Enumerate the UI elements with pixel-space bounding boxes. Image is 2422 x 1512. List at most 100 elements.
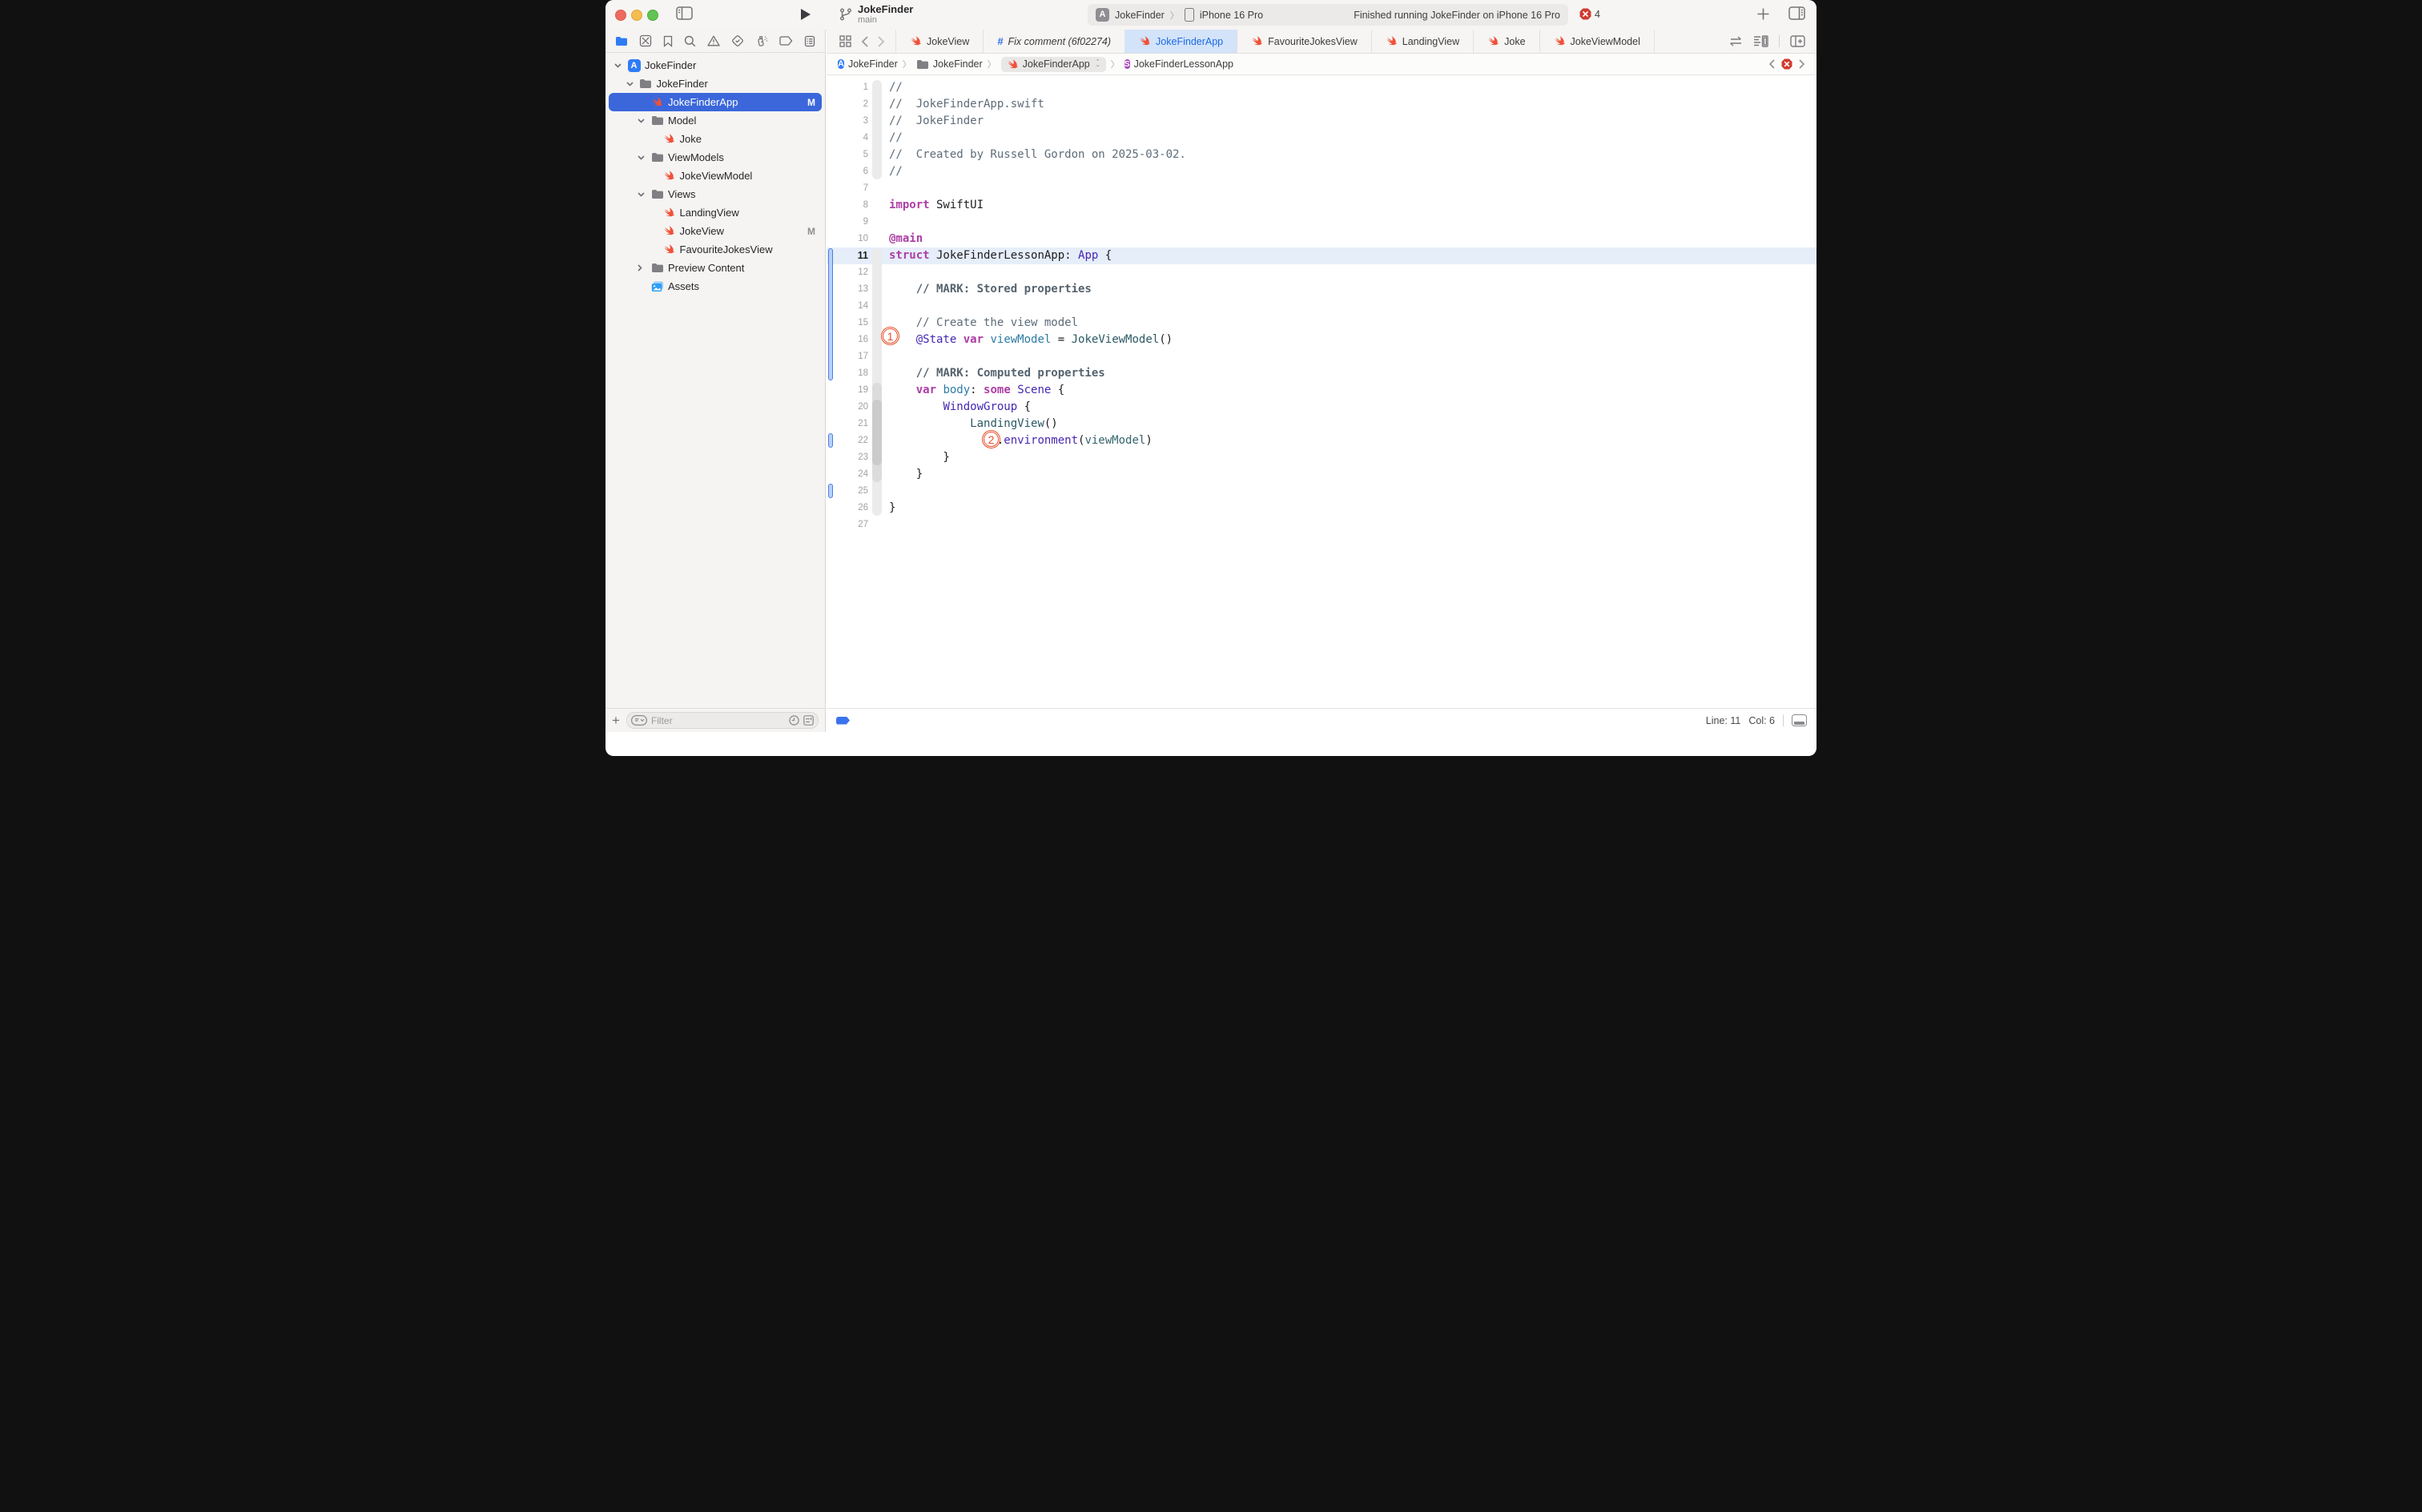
code-line-3[interactable]: 3// JokeFinder (827, 113, 1816, 130)
tab-joke[interactable]: Joke (1473, 30, 1539, 53)
code-line-21[interactable]: 21 LandingView() (827, 416, 1816, 432)
breadcrumb-item-jokefinder[interactable]: AJokeFinder (838, 58, 898, 70)
breakpoints-navigator-icon[interactable] (779, 36, 793, 46)
code-line-25[interactable]: 25 (827, 483, 1816, 500)
code-line-5[interactable]: 5// Created by Russell Gordon on 2025-03… (827, 147, 1816, 163)
chevron-right-icon[interactable] (638, 264, 646, 271)
close-window-button[interactable] (615, 10, 626, 21)
sidebar-item-landingview[interactable]: LandingView (606, 203, 825, 222)
tab-label: FavouriteJokesView (1268, 36, 1358, 47)
tab-landingview[interactable]: LandingView (1371, 30, 1474, 53)
left-sidebar-toggle-icon[interactable] (676, 6, 693, 20)
tab-label: JokeViewModel (1571, 36, 1640, 47)
swift-file-icon (1386, 35, 1398, 47)
source-editor[interactable]: 1//2// JokeFinderApp.swift3// JokeFinder… (827, 76, 1816, 708)
minimize-window-button[interactable] (631, 10, 642, 21)
editor-overview-icon[interactable] (839, 35, 851, 47)
chevron-down-icon[interactable] (638, 155, 646, 160)
error-count-badge[interactable]: 4 (1579, 8, 1600, 20)
code-line-13[interactable]: 13 // MARK: Stored properties (827, 281, 1816, 298)
add-file-button[interactable]: + (612, 714, 620, 727)
source-control-navigator-icon[interactable] (639, 34, 652, 47)
source-control-filter-icon[interactable] (803, 715, 814, 726)
code-line-14[interactable]: 14 (827, 298, 1816, 315)
minimap-icon[interactable] (1753, 35, 1768, 47)
sidebar-item-assets[interactable]: Assets (606, 277, 825, 296)
code-line-22[interactable]: 22 .environment(viewModel) (827, 432, 1816, 449)
sidebar-item-jokefinder[interactable]: JokeFinder (606, 74, 825, 93)
sidebar-item-views[interactable]: Views (606, 185, 825, 203)
sidebar-item-favouritejokesview[interactable]: FavouriteJokesView (606, 240, 825, 259)
code-line-27[interactable]: 27 (827, 517, 1816, 533)
go-forward-icon[interactable] (878, 36, 885, 47)
editor-area: JokeView#Fix comment (6f02274)JokeFinder… (827, 30, 1816, 732)
tab-favouritejokesview[interactable]: FavouriteJokesView (1237, 30, 1372, 53)
run-destination[interactable]: iPhone 16 Pro (1200, 10, 1263, 21)
find-navigator-icon[interactable] (684, 35, 696, 47)
tab-jokeviewmodel[interactable]: JokeViewModel (1539, 30, 1655, 53)
code-line-16[interactable]: 16 @State var viewModel = JokeViewModel(… (827, 332, 1816, 348)
swap-editors-icon[interactable] (1729, 36, 1743, 46)
current-issue-icon[interactable] (1781, 58, 1792, 70)
code-line-15[interactable]: 15 // Create the view model (827, 315, 1816, 332)
code-line-26[interactable]: 26} (827, 500, 1816, 517)
code-line-9[interactable]: 9 (827, 214, 1816, 231)
code-line-10[interactable]: 10@main (827, 231, 1816, 247)
code-line-12[interactable]: 12 (827, 264, 1816, 281)
sidebar-item-jokeview[interactable]: JokeViewM (606, 222, 825, 240)
code-line-4[interactable]: 4// (827, 130, 1816, 147)
issues-navigator-icon[interactable] (707, 35, 720, 46)
sidebar-item-model[interactable]: Model (606, 111, 825, 130)
chevron-down-icon[interactable] (614, 63, 622, 68)
sidebar-item-preview-content[interactable]: Preview Content (606, 259, 825, 277)
code-line-18[interactable]: 18 // MARK: Computed properties (827, 365, 1816, 382)
zoom-window-button[interactable] (647, 10, 658, 21)
hide-bottom-bar-icon[interactable] (1792, 714, 1807, 726)
code-line-23[interactable]: 23 } (827, 449, 1816, 466)
code-line-19[interactable]: 19 var body: some Scene { (827, 382, 1816, 399)
breadcrumb-item-jokefinderlessonapp[interactable]: SJokeFinderLessonApp (1124, 58, 1233, 70)
sidebar-item-jokeviewmodel[interactable]: JokeViewModel (606, 167, 825, 185)
code-line-1[interactable]: 1// (827, 79, 1816, 96)
sidebar-item-jokefinder[interactable]: AJokeFinder (606, 56, 825, 74)
go-back-icon[interactable] (861, 36, 868, 47)
jump-bar-stepper-icon[interactable]: ⌃⌄ (1096, 61, 1100, 67)
add-editor-button[interactable] (1756, 7, 1770, 21)
line-number: 4 (827, 130, 868, 147)
previous-issue-icon[interactable] (1768, 59, 1775, 69)
chevron-down-icon[interactable] (638, 192, 646, 197)
chevron-down-icon[interactable] (626, 82, 634, 86)
project-navigator-icon[interactable] (615, 36, 628, 46)
filter-icon[interactable] (631, 715, 647, 726)
right-sidebar-toggle-icon[interactable] (1788, 6, 1805, 20)
reports-navigator-icon[interactable] (804, 35, 815, 47)
tab-jokeview[interactable]: JokeView (895, 30, 984, 53)
sidebar-item-joke[interactable]: Joke (606, 130, 825, 148)
scheme-name[interactable]: JokeFinder (1115, 10, 1165, 21)
add-split-editor-icon[interactable] (1790, 35, 1805, 47)
code-line-17[interactable]: 17 (827, 348, 1816, 365)
code-line-6[interactable]: 6// (827, 163, 1816, 180)
sidebar-item-viewmodels[interactable]: ViewModels (606, 148, 825, 167)
bookmarks-navigator-icon[interactable] (663, 35, 673, 47)
code-line-11[interactable]: 11struct JokeFinderLessonApp: App { (827, 247, 1816, 264)
tests-navigator-icon[interactable] (731, 34, 744, 47)
breadcrumb-item-jokefinderapp[interactable]: JokeFinderApp⌃⌄ (1001, 57, 1106, 72)
tab-jokefinderapp[interactable]: JokeFinderApp (1124, 30, 1237, 53)
debug-navigator-icon[interactable] (755, 34, 768, 47)
code-line-7[interactable]: 7 (827, 180, 1816, 197)
sidebar-item-jokefinderapp[interactable]: JokeFinderAppM (606, 93, 825, 111)
code-line-8[interactable]: 8import SwiftUI (827, 197, 1816, 214)
recents-clock-icon[interactable] (789, 715, 799, 726)
filter-field[interactable]: Filter (626, 712, 819, 729)
run-button[interactable] (800, 8, 811, 21)
next-issue-icon[interactable] (1799, 59, 1805, 69)
breadcrumb-item-jokefinder[interactable]: JokeFinder (916, 58, 983, 70)
folder-icon (650, 151, 664, 164)
scheme-status-pill[interactable]: A JokeFinder 〉 iPhone 16 Pro Finished ru… (1088, 4, 1568, 26)
tab-fix-comment-6f02274-[interactable]: #Fix comment (6f02274) (983, 30, 1125, 53)
code-line-20[interactable]: 20 WindowGroup { (827, 399, 1816, 416)
code-line-2[interactable]: 2// JokeFinderApp.swift (827, 96, 1816, 113)
code-line-24[interactable]: 24 } (827, 466, 1816, 483)
chevron-down-icon[interactable] (638, 119, 646, 123)
